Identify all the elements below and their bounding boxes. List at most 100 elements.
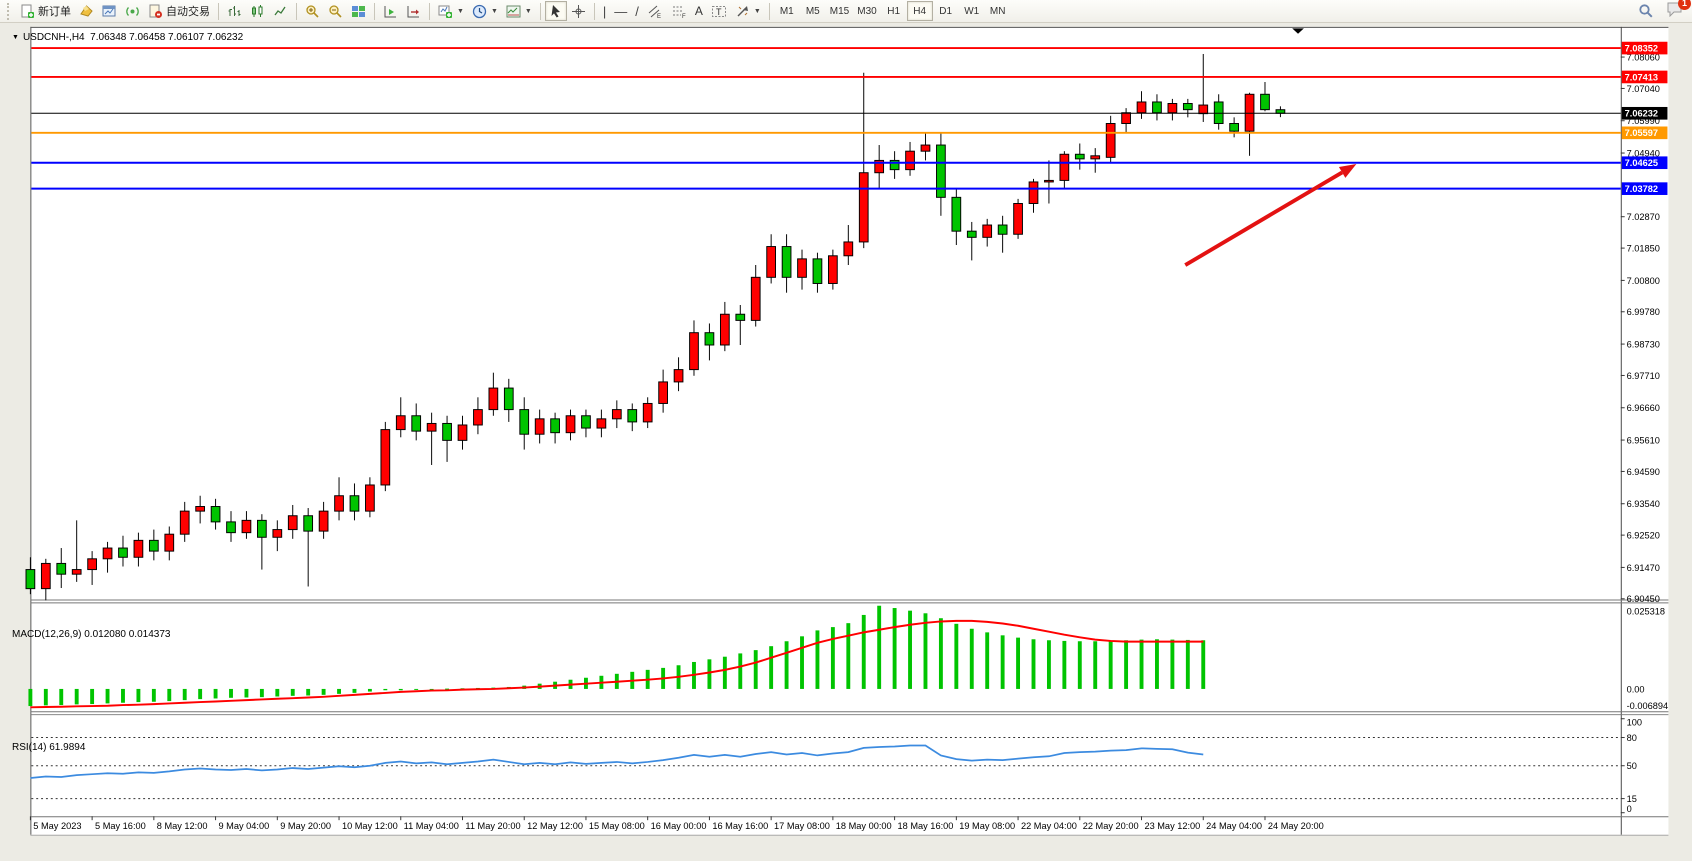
vertical-line-tool-button[interactable]: | xyxy=(599,1,610,21)
macd-histogram-bar xyxy=(1201,640,1205,689)
macd-histogram-bar xyxy=(1001,635,1005,689)
chart-area[interactable]: 7.080607.070407.059907.049407.028707.018… xyxy=(0,24,1692,861)
candle-up xyxy=(242,520,251,532)
candle-up xyxy=(427,423,436,431)
macd-histogram-bar xyxy=(167,689,171,701)
indicators-button[interactable]: ▼ xyxy=(434,1,468,21)
timeframe-button-d1[interactable]: D1 xyxy=(933,1,959,21)
new-order-label: 新订单 xyxy=(38,3,71,19)
timeframe-button-mn[interactable]: MN xyxy=(985,1,1011,21)
macd-histogram-bar xyxy=(322,689,326,695)
timeframe-button-m30[interactable]: M30 xyxy=(853,1,880,21)
zoom-out-button[interactable] xyxy=(324,1,347,21)
candle-up xyxy=(196,507,205,512)
candle-up xyxy=(319,511,328,531)
candle-down xyxy=(813,259,822,284)
new-order-icon xyxy=(20,4,35,19)
auto-trading-icon xyxy=(148,4,163,19)
candlestick-chart-button[interactable] xyxy=(246,1,269,21)
macd-histogram-bar xyxy=(275,689,279,697)
auto-trading-label: 自动交易 xyxy=(166,3,210,19)
macd-histogram-bar xyxy=(1032,639,1036,689)
macd-histogram-bar xyxy=(1093,641,1097,689)
templates-button[interactable]: ▼ xyxy=(502,1,536,21)
vertical-line-icon: | xyxy=(603,5,606,18)
candlestick-icon xyxy=(250,4,265,19)
candle-up xyxy=(103,548,112,559)
trendline-tool-button[interactable]: / xyxy=(631,1,643,21)
macd-histogram-bar xyxy=(707,659,711,689)
candle-up xyxy=(690,333,699,370)
macd-histogram-bar xyxy=(244,689,248,698)
arrows-tool-button[interactable]: ▼ xyxy=(731,1,765,21)
timeframe-button-w1[interactable]: W1 xyxy=(959,1,985,21)
label-tool-button[interactable]: T xyxy=(707,1,731,21)
price-axis-label: 7.01850 xyxy=(1627,243,1660,253)
macd-histogram-bar xyxy=(136,689,140,702)
candle-down xyxy=(443,423,452,440)
time-axis-label: 12 May 12:00 xyxy=(527,821,583,831)
macd-histogram-bar xyxy=(306,689,310,696)
candle-up xyxy=(41,563,50,588)
crosshair-tool-button[interactable] xyxy=(567,1,590,21)
bar-chart-button[interactable] xyxy=(223,1,246,21)
timeframe-button-m1[interactable]: M1 xyxy=(774,1,800,21)
timeframe-button-m5[interactable]: M5 xyxy=(800,1,826,21)
macd-histogram-bar xyxy=(1109,641,1113,689)
auto-scroll-button[interactable] xyxy=(379,1,402,21)
line-chart-button[interactable] xyxy=(269,1,292,21)
toolbar-separator xyxy=(429,3,430,20)
price-axis-label: 6.97710 xyxy=(1627,371,1660,381)
candle-up xyxy=(674,370,683,382)
macd-histogram-bar xyxy=(90,689,94,704)
rsi-name: RSI(14) xyxy=(12,742,46,753)
candle-down xyxy=(967,231,976,237)
macd-histogram-bar xyxy=(1155,639,1159,689)
new-order-button[interactable]: 新订单 xyxy=(16,1,75,21)
channel-tool-button[interactable]: E xyxy=(643,1,667,21)
timeframe-button-m15[interactable]: M15 xyxy=(826,1,853,21)
timeframe-button-h1[interactable]: H1 xyxy=(881,1,907,21)
candle-down xyxy=(119,548,128,557)
macd-histogram-bar xyxy=(353,689,357,693)
zoom-in-button[interactable] xyxy=(301,1,324,21)
candle-down xyxy=(998,225,1007,234)
chart-shift-button[interactable] xyxy=(402,1,425,21)
fibonacci-tool-button[interactable]: F xyxy=(667,1,691,21)
candle-up xyxy=(1122,113,1131,124)
text-tool-button[interactable]: A xyxy=(691,1,707,21)
cursor-tool-button[interactable] xyxy=(545,1,567,21)
timeframe-button-h4[interactable]: H4 xyxy=(907,1,933,21)
tile-windows-button[interactable] xyxy=(347,1,370,21)
chart-window-background xyxy=(30,27,1668,835)
time-axis-label: 23 May 12:00 xyxy=(1144,821,1200,831)
depth-of-market-button[interactable] xyxy=(75,1,98,21)
signal-button[interactable] xyxy=(121,1,144,21)
toolbar: 新订单 自动交易 ▼ ▼ xyxy=(0,0,1692,23)
macd-histogram-bar xyxy=(44,689,48,705)
tile-windows-icon xyxy=(351,4,366,19)
candle-up xyxy=(381,430,390,485)
ohlc-low: 7.06107 xyxy=(168,32,204,43)
toolbar-separator xyxy=(296,3,297,20)
price-axis-label: 7.00800 xyxy=(1627,276,1660,286)
chart-window-button[interactable] xyxy=(98,1,121,21)
horizontal-line-tool-button[interactable]: — xyxy=(610,1,631,21)
notifications-button[interactable]: 1 xyxy=(1666,1,1684,22)
periods-button[interactable]: ▼ xyxy=(468,1,502,21)
candle-down xyxy=(57,563,66,574)
search-button[interactable] xyxy=(1634,1,1658,21)
candle-up xyxy=(1137,102,1146,113)
macd-histogram-bar xyxy=(75,689,79,704)
macd-histogram-bar xyxy=(291,689,295,696)
auto-trading-button[interactable]: 自动交易 xyxy=(144,1,214,21)
macd-value: 0.012080 xyxy=(84,629,126,640)
candle-down xyxy=(582,416,591,428)
ohlc-close: 7.06232 xyxy=(207,32,243,43)
price-axis-label: 6.91470 xyxy=(1627,563,1660,573)
candle-up xyxy=(1106,124,1115,158)
macd-histogram-bar xyxy=(1186,640,1190,689)
dropdown-arrow-icon: ▼ xyxy=(525,8,532,15)
text-icon: A xyxy=(695,5,703,17)
candle-up xyxy=(288,516,297,530)
